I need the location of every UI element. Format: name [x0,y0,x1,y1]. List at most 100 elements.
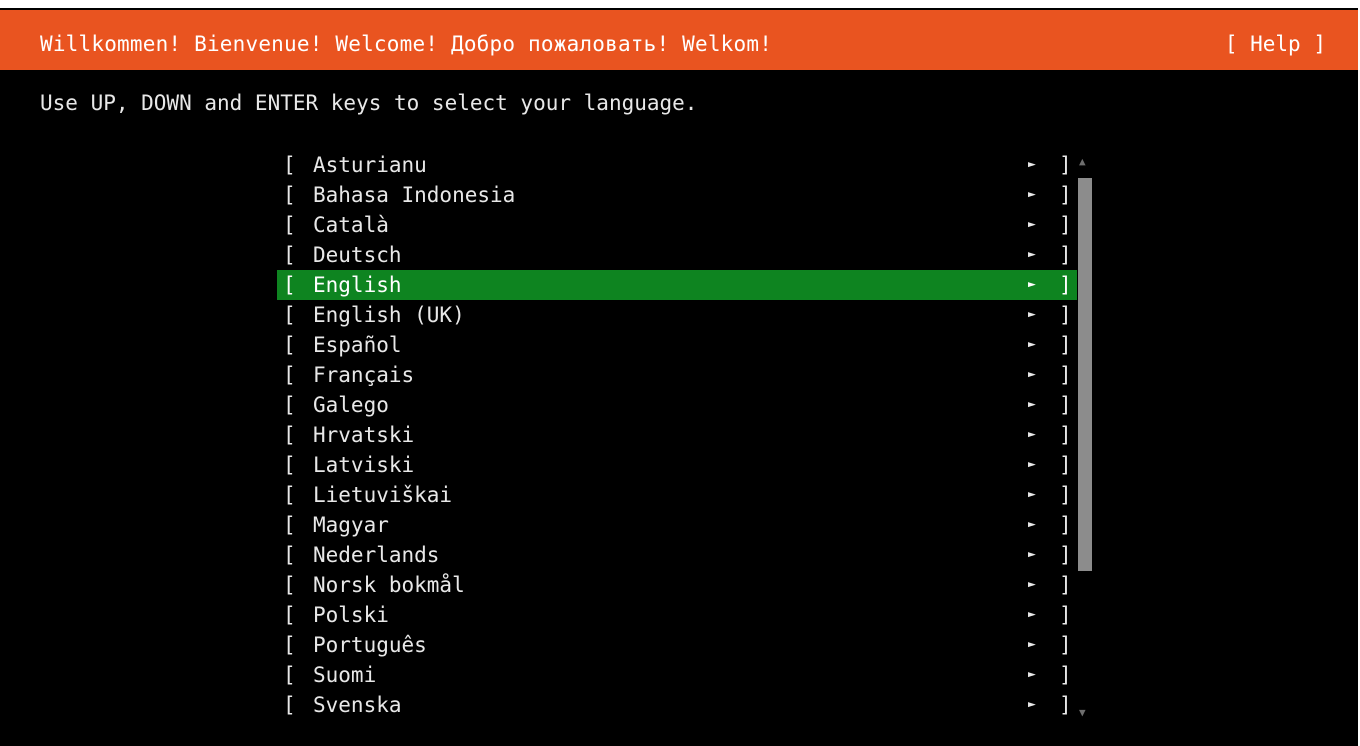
left-bracket: [ [283,693,296,717]
language-label: Norsk bokmål [313,573,465,597]
right-bracket: ] [1059,423,1072,447]
language-option[interactable]: [ Latviski ►] [277,450,1077,480]
left-bracket: [ [283,573,296,597]
instruction-text: Use UP, DOWN and ENTER keys to select yo… [40,91,698,115]
language-label: Svenska [313,693,402,717]
left-bracket: [ [283,543,296,567]
left-bracket: [ [283,273,296,297]
header-title: Willkommen! Bienvenue! Welcome! Добро по… [40,32,773,56]
language-label: Français [313,363,415,387]
right-bracket: ] [1059,513,1072,537]
language-option[interactable]: [ Magyar ►] [277,510,1077,540]
language-label: Deutsch [313,243,402,267]
right-bracket: ] [1059,393,1072,417]
language-option[interactable]: [ Svenska ►] [277,690,1077,720]
left-bracket: [ [283,663,296,687]
right-bracket: ] [1059,603,1072,627]
right-bracket: ] [1059,453,1072,477]
language-option[interactable]: [ Polski ►] [277,600,1077,630]
right-bracket: ] [1059,663,1072,687]
language-option[interactable]: [ Español ►] [277,330,1077,360]
left-bracket: [ [283,513,296,537]
left-bracket: [ [283,153,296,177]
arrow-right-icon: ► [1028,517,1036,532]
language-label: English (UK) [313,303,465,327]
left-bracket: [ [283,393,296,417]
language-label: Magyar [313,513,389,537]
language-option[interactable]: [ Lietuviškai ►] [277,480,1077,510]
language-label: Lietuviškai [313,483,453,507]
right-bracket: ] [1059,363,1072,387]
language-label: Português [313,633,427,657]
terminal-window: Willkommen! Bienvenue! Welcome! Добро по… [0,8,1360,746]
arrow-right-icon: ► [1028,577,1036,592]
language-label: Español [313,333,402,357]
right-bracket: ] [1059,183,1072,207]
language-option[interactable]: [Bahasa Indonesia ►] [277,180,1077,210]
right-bracket: ] [1059,213,1072,237]
language-option[interactable]: [Asturianu ►] [277,150,1077,180]
arrow-right-icon: ► [1028,457,1036,472]
arrow-right-icon: ► [1028,247,1036,262]
arrow-right-icon: ► [1028,397,1036,412]
language-option[interactable]: [ Português ►] [277,630,1077,660]
language-option[interactable]: [ Hrvatski ►] [277,420,1077,450]
left-bracket: [ [283,363,296,387]
right-bracket: ] [1059,573,1072,597]
language-option[interactable]: [ English ►] [277,270,1077,300]
language-option[interactable]: [ Deutsch ►] [277,240,1077,270]
left-bracket: [ [283,213,296,237]
screen: Willkommen! Bienvenue! Welcome! Добро по… [0,0,1360,746]
left-bracket: [ [283,183,296,207]
right-bracket: ] [1059,303,1072,327]
right-bracket: ] [1059,153,1072,177]
arrow-right-icon: ► [1028,277,1036,292]
left-bracket: [ [283,453,296,477]
right-bracket: ] [1059,543,1072,567]
left-bracket: [ [283,333,296,357]
language-option[interactable]: [English (UK) ►] [277,300,1077,330]
language-option[interactable]: [Nederlands ►] [277,540,1077,570]
arrow-right-icon: ► [1028,367,1036,382]
language-option[interactable]: [Suomi ►] [277,660,1077,690]
right-bracket: ] [1059,633,1072,657]
scrollbar-thumb[interactable] [1078,178,1092,571]
arrow-right-icon: ► [1028,547,1036,562]
language-label: Bahasa Indonesia [313,183,516,207]
right-bracket: ] [1059,333,1072,357]
left-bracket: [ [283,603,296,627]
scroll-down-icon[interactable]: ▼ [1079,706,1086,719]
arrow-right-icon: ► [1028,157,1036,172]
language-label: Català [313,213,389,237]
left-bracket: [ [283,423,296,447]
language-option[interactable]: [ Français ►] [277,360,1077,390]
left-bracket: [ [283,633,296,657]
language-label: Galego [313,393,389,417]
language-option[interactable]: [ Català ►] [277,210,1077,240]
language-option[interactable]: [ Norsk bokmål ►] [277,570,1077,600]
arrow-right-icon: ► [1028,637,1036,652]
right-bracket: ] [1059,273,1072,297]
arrow-right-icon: ► [1028,697,1036,712]
language-label: Polski [313,603,389,627]
scroll-up-icon[interactable]: ▲ [1079,155,1086,168]
language-label: Latviski [313,453,415,477]
arrow-right-icon: ► [1028,427,1036,442]
arrow-right-icon: ► [1028,487,1036,502]
arrow-right-icon: ► [1028,337,1036,352]
language-label: Hrvatski [313,423,415,447]
left-bracket: [ [283,303,296,327]
language-label: Suomi [313,663,377,687]
right-bracket: ] [1059,693,1072,717]
left-bracket: [ [283,243,296,267]
header-bar: Willkommen! Bienvenue! Welcome! Добро по… [0,10,1358,70]
language-list: [Asturianu ►] [Bahasa Indonesia ►] [Català ►]… [277,150,1077,720]
language-option[interactable]: [ Galego ►] [277,390,1077,420]
arrow-right-icon: ► [1028,217,1036,232]
left-bracket: [ [283,483,296,507]
right-bracket: ] [1059,483,1072,507]
language-label: English [313,273,402,297]
help-button[interactable]: [ Help ] [1225,32,1326,56]
arrow-right-icon: ► [1028,607,1036,622]
right-bracket: ] [1059,243,1072,267]
